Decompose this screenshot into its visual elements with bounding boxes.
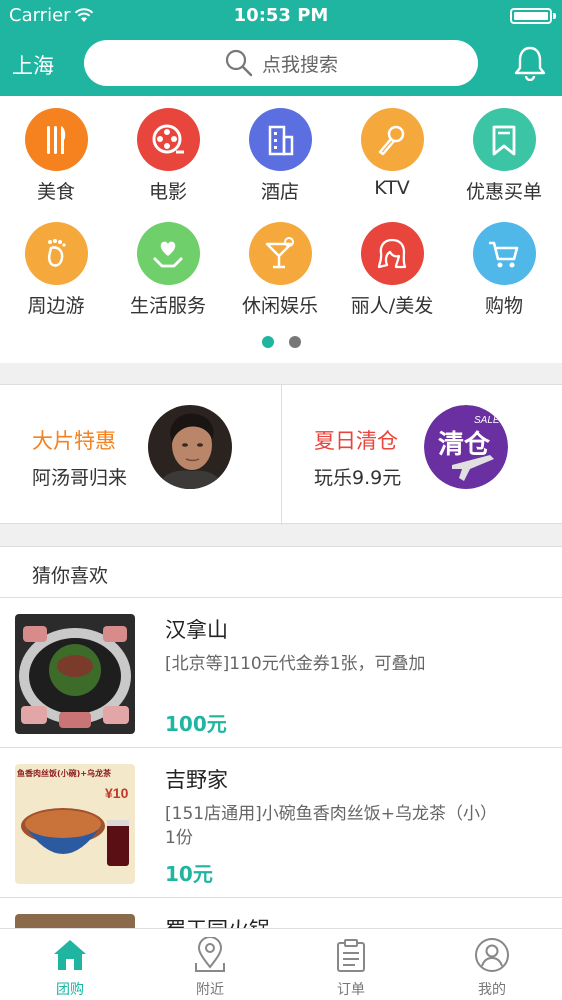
search-placeholder: 点我搜索 [261, 53, 338, 76]
section-header: 猜你喜欢 [0, 546, 562, 598]
hotpot-image [15, 914, 135, 928]
category-label: 购物 [484, 295, 523, 317]
deal-item-partial[interactable]: 蜀王园火锅 [0, 898, 562, 928]
status-time: 10:53 PM [233, 5, 329, 26]
city-selector[interactable]: 上海 [12, 50, 54, 80]
promo-movie[interactable]: 大片特惠 阿汤哥归来 [0, 385, 281, 525]
svg-text:SALE: SALE [474, 415, 500, 426]
deal-item-hannashan[interactable]: 汉拿山 [北京等]110元代金券1张，可叠加 100元 [0, 598, 562, 748]
category-label: KTV [374, 177, 410, 199]
svg-text:¥10: ¥10 [105, 785, 129, 801]
deal-list: 汉拿山 [北京等]110元代金券1张，可叠加 100元 鱼香肉丝饭(小碗)+乌龙… [0, 598, 562, 928]
tab-orders[interactable]: 订单 [281, 929, 421, 1000]
cutlery-icon [24, 108, 88, 171]
category-ktv[interactable]: KTV [336, 108, 448, 199]
search-bar[interactable]: 点我搜索 [84, 40, 478, 86]
category-label: 酒店 [260, 181, 299, 203]
clipboard-icon [337, 939, 365, 972]
home-icon [54, 940, 86, 970]
category-label: 优惠买单 [465, 181, 542, 203]
woman-face-icon [360, 222, 424, 285]
deal-item-yoshinoya[interactable]: 鱼香肉丝饭(小碗)+乌龙茶 ¥10 吉野家 [151店通用]小碗鱼香肉丝饭+乌龙… [0, 748, 562, 898]
category-grid: 美食 电影 酒店 KTV 优惠买单 周边游 生活服务 休闲娱乐 丽人/美发 购物 [0, 96, 562, 363]
bell-icon[interactable] [513, 45, 547, 81]
deal-description: [151店通用]小碗鱼香肉丝饭+乌龙茶（小）1份 [165, 804, 489, 848]
category-movie[interactable]: 电影 [112, 108, 224, 204]
category-shopping[interactable]: 购物 [448, 222, 560, 318]
bbq-food-image [15, 614, 135, 734]
tab-mine[interactable]: 我的 [422, 929, 562, 1000]
film-reel-icon [136, 108, 200, 171]
footprint-icon [24, 222, 88, 285]
search-icon [225, 49, 253, 77]
location-pin-icon [195, 937, 225, 972]
bottom-tab-bar: 团购 附近 订单 我的 [0, 928, 562, 1000]
promo-banner: 大片特惠 阿汤哥归来 夏日清仓 玩乐9.9元 SALE 清仓 [0, 384, 562, 525]
svg-text:鱼香肉丝饭(小碗)+乌龙茶: 鱼香肉丝饭(小碗)+乌龙茶 [17, 768, 112, 778]
top-bar: Carrier 10:53 PM 上海 点我搜索 [0, 0, 562, 96]
bookmark-icon [472, 108, 536, 171]
category-hotel[interactable]: 酒店 [224, 108, 336, 204]
category-label: 休闲娱乐 [241, 295, 318, 317]
actor-portrait-image [148, 405, 232, 489]
category-label: 周边游 [27, 295, 85, 317]
deal-name: 吉野家 [165, 768, 228, 792]
category-nearby-travel[interactable]: 周边游 [0, 222, 112, 318]
category-label: 电影 [148, 181, 187, 203]
cart-icon [472, 222, 536, 285]
building-icon [248, 108, 312, 171]
battery-icon [510, 8, 556, 24]
microphone-icon [360, 108, 424, 171]
section-title: 猜你喜欢 [32, 565, 109, 587]
promo-title: 大片特惠 [32, 429, 116, 453]
tab-label: 附近 [196, 982, 224, 998]
deal-name: 汉拿山 [165, 618, 228, 642]
category-label: 生活服务 [129, 295, 206, 317]
tab-label: 我的 [478, 982, 506, 998]
page-dot-active[interactable] [261, 336, 274, 348]
status-bar: Carrier 10:53 PM [0, 0, 562, 32]
heart-hand-icon [136, 222, 200, 285]
deal-description: [北京等]110元代金券1张，可叠加 [165, 654, 426, 674]
rice-bowl-image: 鱼香肉丝饭(小碗)+乌龙茶 ¥10 [15, 764, 135, 884]
promo-subtitle: 玩乐9.9元 [314, 467, 402, 489]
tab-label: 订单 [337, 982, 365, 998]
tab-nearby[interactable]: 附近 [140, 929, 280, 1000]
category-label: 丽人/美发 [350, 295, 434, 317]
svg-text:清仓: 清仓 [438, 429, 491, 460]
deal-name: 蜀王园火锅 [165, 914, 270, 928]
deal-price: 10元 [165, 862, 213, 886]
sale-badge-image: SALE 清仓 [424, 405, 508, 489]
tab-group-buy[interactable]: 团购 [0, 929, 140, 1000]
category-beauty[interactable]: 丽人/美发 [336, 222, 448, 318]
cocktail-icon [248, 222, 312, 285]
promo-subtitle: 阿汤哥归来 [32, 467, 128, 489]
promo-title: 夏日清仓 [314, 429, 398, 453]
category-label: 美食 [36, 181, 75, 203]
page-indicator [0, 336, 562, 348]
promo-summer-sale[interactable]: 夏日清仓 玩乐9.9元 SALE 清仓 [281, 385, 562, 525]
category-leisure[interactable]: 休闲娱乐 [224, 222, 336, 318]
deal-price: 100元 [165, 712, 227, 736]
category-discount-pay[interactable]: 优惠买单 [448, 108, 560, 204]
page-dot[interactable] [288, 336, 301, 348]
category-food[interactable]: 美食 [0, 108, 112, 204]
tab-label: 团购 [56, 982, 84, 998]
category-life-service[interactable]: 生活服务 [112, 222, 224, 318]
user-icon [475, 938, 509, 972]
